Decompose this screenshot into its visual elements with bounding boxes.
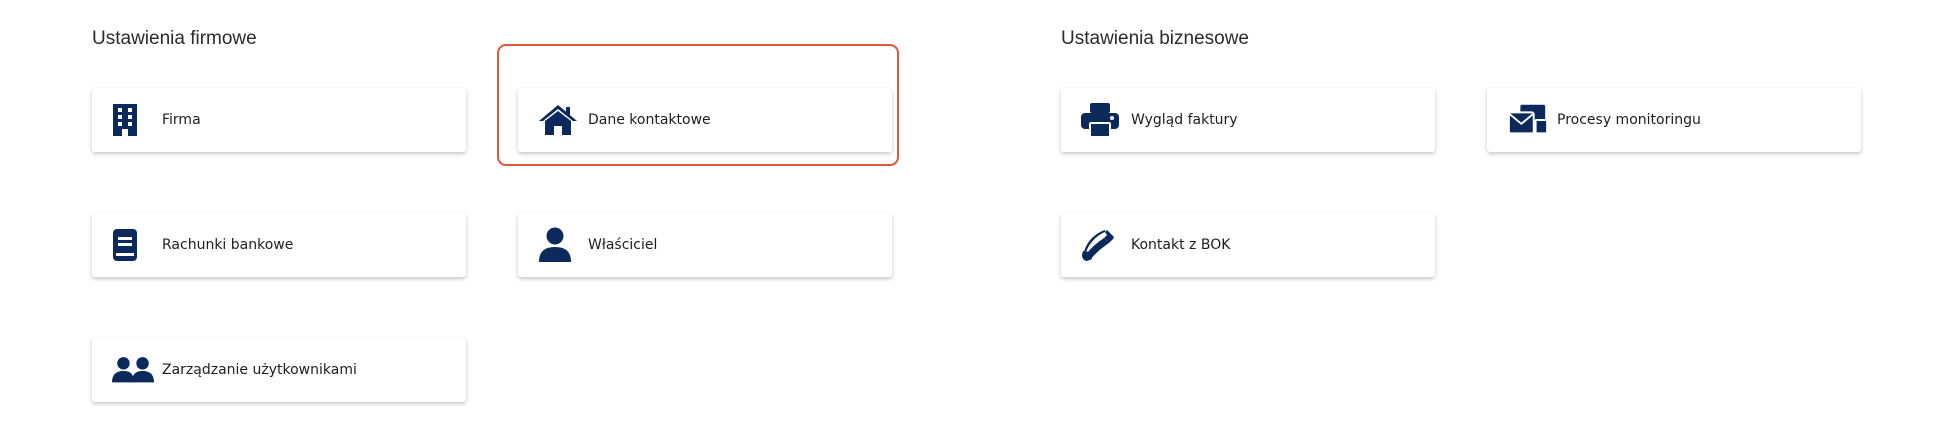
tile-label: Rachunki bankowe bbox=[162, 237, 294, 253]
tile-label: Kontakt z BOK bbox=[1131, 237, 1231, 253]
tile-label: Dane kontaktowe bbox=[588, 112, 711, 128]
tile-label: Procesy monitoringu bbox=[1557, 112, 1701, 128]
building-icon bbox=[112, 100, 154, 140]
tile-zarzadzanie-uzytkownikami[interactable]: Zarządzanie użytkownikami bbox=[92, 338, 466, 402]
section-title-business: Ustawienia biznesowe bbox=[1061, 28, 1249, 49]
phone-icon bbox=[1081, 225, 1123, 265]
tile-wlasciciel[interactable]: Właściciel bbox=[518, 213, 892, 277]
tile-firma[interactable]: Firma bbox=[92, 88, 466, 152]
book-icon bbox=[112, 225, 154, 265]
printer-icon bbox=[1081, 100, 1123, 140]
tile-label: Wygląd faktury bbox=[1131, 112, 1238, 128]
tile-wyglad-faktury[interactable]: Wygląd faktury bbox=[1061, 88, 1435, 152]
tile-procesy-monitoringu[interactable]: Procesy monitoringu bbox=[1487, 88, 1861, 152]
tile-label: Właściciel bbox=[588, 237, 658, 253]
tile-label: Zarządzanie użytkownikami bbox=[162, 362, 357, 378]
tile-rachunki-bankowe[interactable]: Rachunki bankowe bbox=[92, 213, 466, 277]
user-icon bbox=[538, 225, 580, 265]
tile-label: Firma bbox=[162, 112, 201, 128]
mail-monitoring-icon bbox=[1507, 100, 1549, 140]
tile-kontakt-z-bok[interactable]: Kontakt z BOK bbox=[1061, 213, 1435, 277]
section-title-company: Ustawienia firmowe bbox=[92, 28, 257, 49]
home-icon bbox=[538, 100, 580, 140]
users-icon bbox=[112, 350, 154, 390]
tile-dane-kontaktowe[interactable]: Dane kontaktowe bbox=[518, 88, 892, 152]
